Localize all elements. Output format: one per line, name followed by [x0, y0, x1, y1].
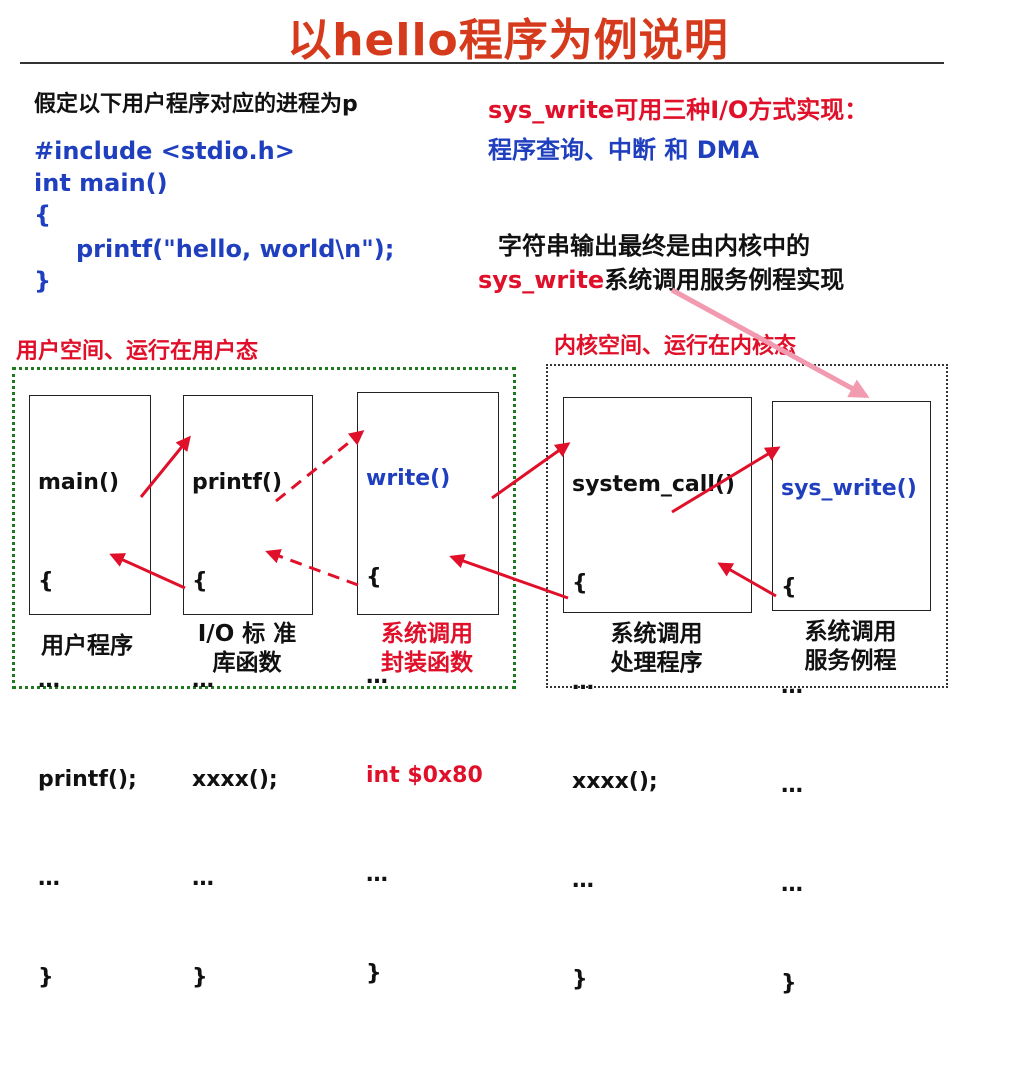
printf-line6: }	[192, 965, 208, 990]
write-line5: …	[366, 862, 388, 887]
return-arrow-write-to-printf	[265, 549, 359, 587]
sys-write-line6: }	[781, 971, 797, 996]
note-pointer-arrow	[670, 287, 870, 399]
call-arrow-printf-to-write	[275, 430, 365, 503]
call-arrow-main-to-printf	[139, 435, 191, 498]
return-arrow-sys-write-to-system-call	[717, 562, 777, 598]
system-call-line4: xxxx();	[572, 769, 658, 794]
write-line6: }	[366, 961, 382, 986]
main-line4: printf();	[38, 767, 137, 792]
system-call-line6: }	[572, 967, 588, 992]
main-line5: …	[38, 866, 60, 891]
printf-line4: xxxx();	[192, 767, 278, 792]
write-line4: int $0x80	[366, 763, 483, 788]
return-arrow-printf-to-main	[109, 553, 186, 590]
sys-write-line4: …	[781, 773, 803, 798]
arrows-layer	[109, 287, 870, 600]
return-arrow-system-call-to-write	[449, 553, 569, 600]
system-call-line5: …	[572, 868, 594, 893]
call-arrow-write-to-system-call	[491, 442, 571, 500]
main-line6: }	[38, 965, 54, 990]
printf-line5: …	[192, 866, 214, 891]
call-arrow-system-call-to-sys-write	[671, 446, 781, 514]
sys-write-line5: …	[781, 872, 803, 897]
